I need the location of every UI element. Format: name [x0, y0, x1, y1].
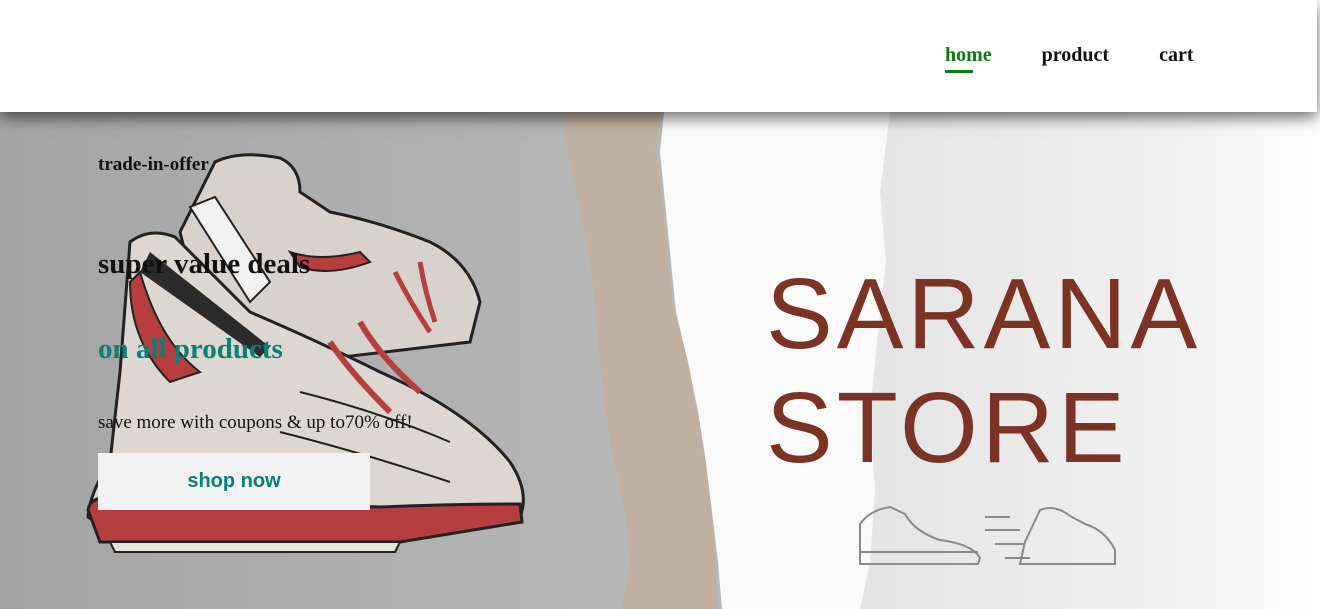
hero-tagline: save more with coupons & up to70% off! — [98, 412, 413, 433]
brand-text-store: STORE — [766, 372, 1129, 484]
nav-link-product[interactable]: product — [1042, 44, 1109, 67]
offer-label: trade-in-offer — [98, 154, 209, 175]
top-navbar: home product cart — [0, 0, 1317, 112]
hero-banner: SARANA STORE trade-in-offer super value … — [0, 112, 1320, 609]
brand-text-sarana: SARANA — [766, 258, 1201, 370]
nav-link-cart[interactable]: cart — [1159, 44, 1193, 67]
hero-subheadline: on all products — [98, 333, 283, 365]
main-nav: home product cart — [945, 44, 1194, 73]
shop-now-button[interactable]: shop now — [98, 453, 370, 510]
hero-headline: super value deals — [98, 248, 311, 280]
page: home product cart SARANA STORE trade-in-… — [0, 0, 1320, 609]
nav-link-home[interactable]: home — [945, 44, 992, 73]
